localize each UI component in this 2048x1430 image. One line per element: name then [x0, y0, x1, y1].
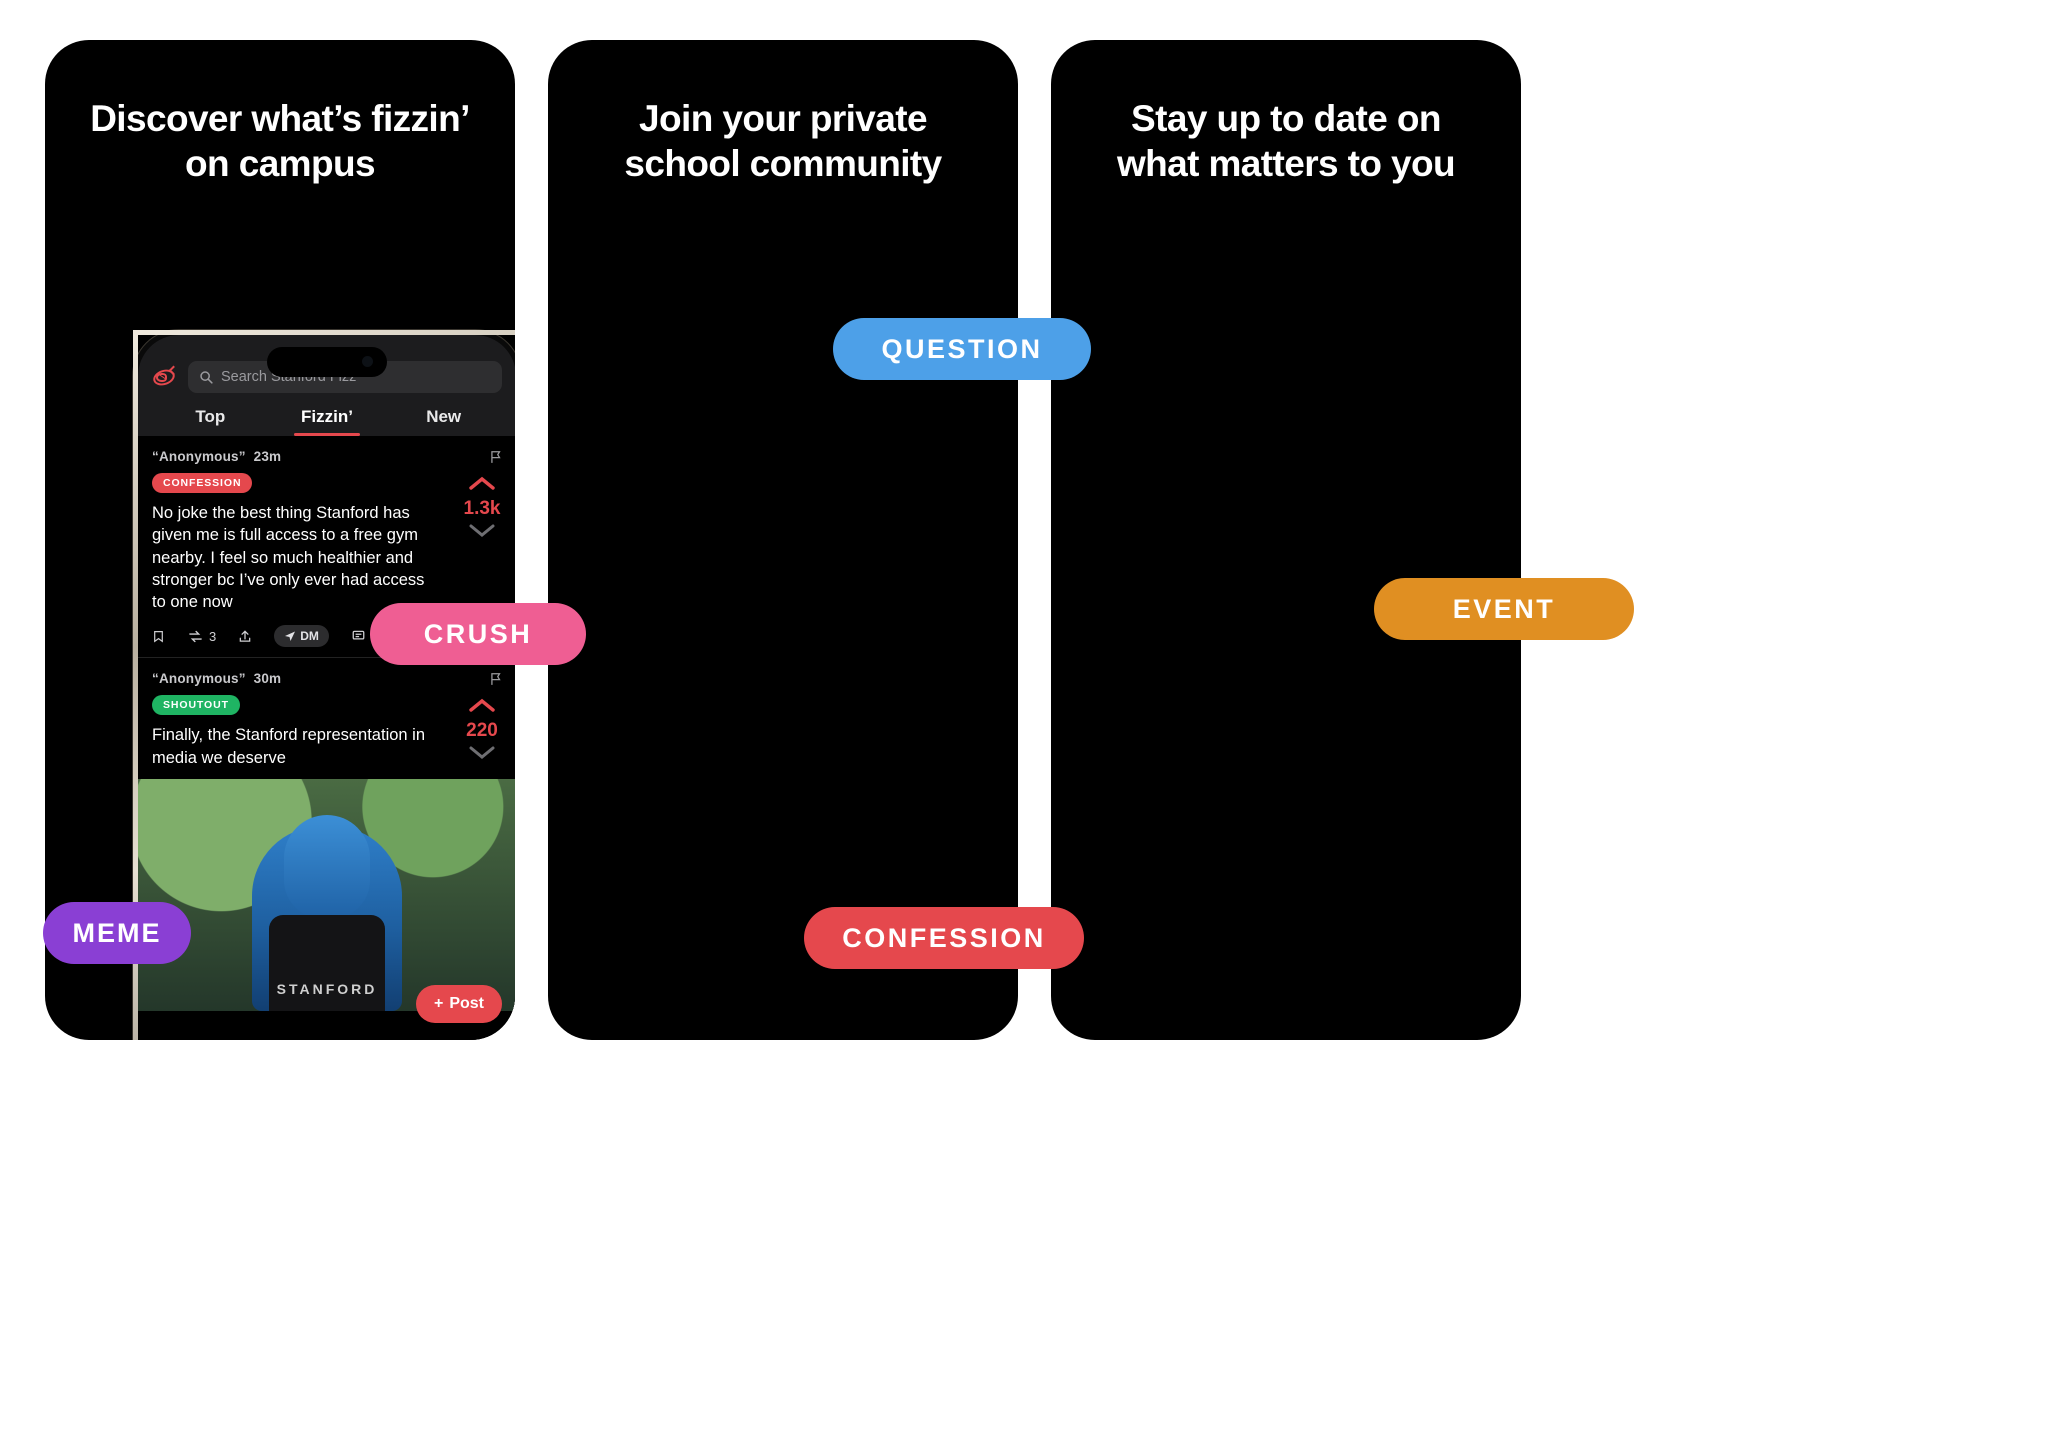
upvote-icon[interactable]: [467, 474, 497, 492]
category-pill-meme: MEME: [43, 902, 191, 964]
repost-count: 3: [209, 628, 217, 644]
tab-new[interactable]: New: [385, 407, 502, 436]
plus-icon: +: [433, 995, 444, 1012]
flag-icon[interactable]: [489, 671, 503, 687]
bee-logo-icon: [151, 365, 179, 389]
promo-panel-2: Join your private school community Selec…: [548, 40, 1018, 1040]
panel-3-headline: Stay up to date on what matters to you: [1116, 98, 1456, 185]
repost-button[interactable]: 3: [187, 629, 216, 644]
panel-1-headline: Discover what’s fizzin’ on campus: [90, 98, 470, 185]
post-author: “Anonymous”: [152, 449, 246, 464]
vote-count: 1.3k: [463, 498, 501, 519]
feed-tabs: Top Fizzin’ New: [152, 407, 502, 436]
downvote-icon[interactable]: [467, 521, 497, 539]
promo-panel-3: Stay up to date on what matters to you S…: [1051, 40, 1521, 1040]
category-pill-confession: CONFESSION: [804, 907, 1084, 969]
search-icon: [200, 371, 213, 384]
phone-notch: [267, 347, 387, 377]
send-icon: [285, 631, 296, 642]
comment-icon: [352, 631, 365, 640]
dm-button[interactable]: DM: [274, 625, 329, 648]
pill-label: EVENT: [1452, 593, 1556, 624]
app-store-screenshot-set: Discover what’s fizzin’ on campus Search…: [0, 0, 2048, 1430]
vote-column[interactable]: 1.3k: [454, 474, 510, 544]
upvote-icon[interactable]: [467, 696, 497, 714]
pill-label: MEME: [72, 917, 162, 948]
post-tag: SHOUTOUT: [152, 695, 240, 716]
post-author: “Anonymous”: [152, 671, 246, 687]
repost-icon: [189, 630, 202, 643]
post-button[interactable]: + Post: [415, 985, 502, 1023]
category-pill-event: EVENT: [1374, 578, 1634, 640]
post-button-label: Post: [449, 995, 484, 1012]
pill-label: QUESTION: [881, 333, 1043, 364]
post-time: 30m: [253, 671, 282, 687]
feed-post[interactable]: “Anonymous” 30m SHOUTOUT Finally, the St…: [138, 658, 515, 779]
dm-label: DM: [300, 629, 319, 644]
pill-label: CONFESSION: [842, 922, 1046, 953]
vote-count: 220: [466, 720, 498, 742]
post-meme-image[interactable]: STANFORD: [138, 778, 515, 1011]
share-icon[interactable]: [238, 628, 252, 645]
post-time: 23m: [253, 449, 282, 464]
vote-column[interactable]: 220: [454, 696, 510, 766]
category-pill-question: QUESTION: [833, 318, 1091, 380]
post-text: No joke the best thing Stanford has give…: [152, 504, 425, 612]
flag-icon[interactable]: [489, 449, 503, 465]
promo-panel-1: Discover what’s fizzin’ on campus Search…: [45, 40, 515, 1040]
downvote-icon[interactable]: [467, 743, 497, 761]
post-tag: CONFESSION: [152, 473, 253, 493]
post-text: Finally, the Stanford representation in …: [152, 726, 426, 767]
bookmark-icon[interactable]: [152, 628, 165, 645]
panel-2-headline: Join your private school community: [624, 98, 942, 185]
tab-fizzin[interactable]: Fizzin’: [269, 407, 386, 436]
tab-top[interactable]: Top: [152, 407, 269, 436]
pill-label: CRUSH: [423, 618, 533, 649]
category-pill-crush: CRUSH: [370, 603, 586, 665]
